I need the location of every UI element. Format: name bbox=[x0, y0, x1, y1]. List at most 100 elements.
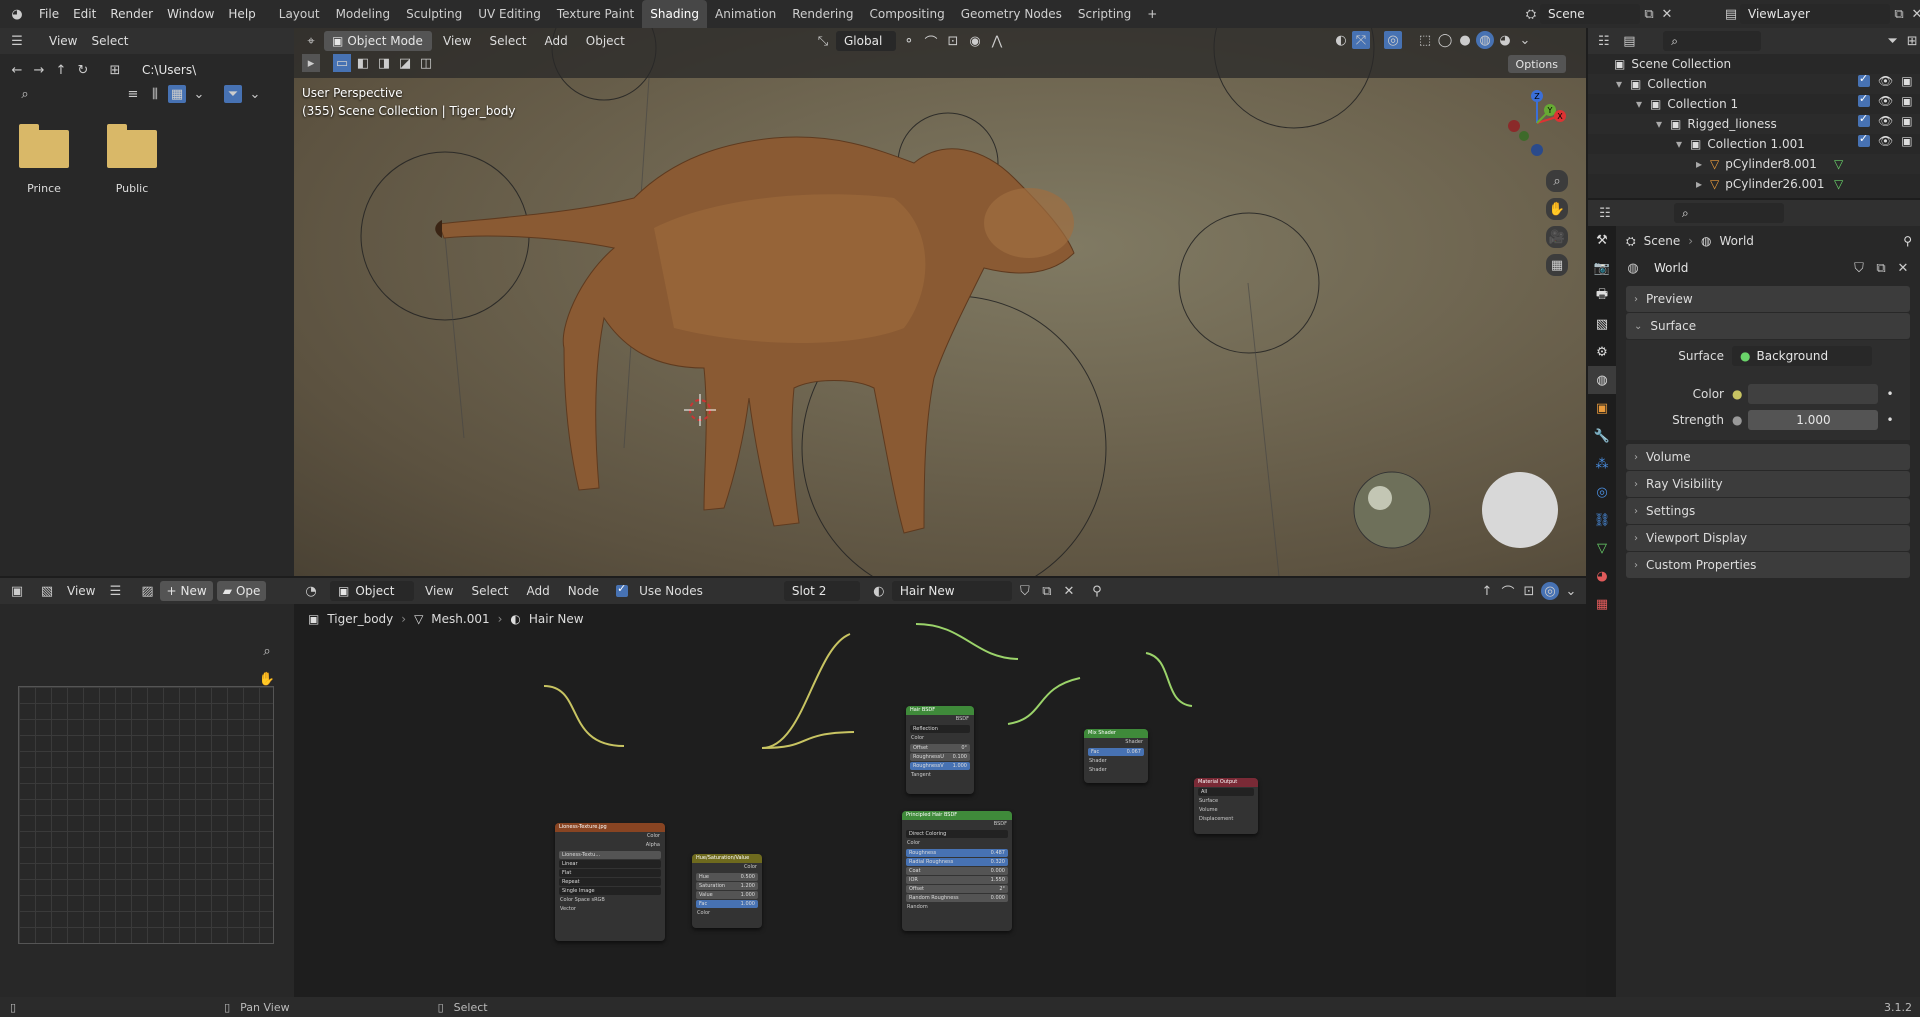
component-select[interactable]: Reflection bbox=[910, 725, 970, 733]
menu-hamburger-icon[interactable]: ☰ bbox=[106, 582, 124, 600]
pivot-point-icon[interactable]: ⚬ bbox=[900, 32, 918, 50]
section-ray-visibility[interactable]: › Ray Visibility bbox=[1626, 471, 1910, 497]
snap-target-icon[interactable]: ⊡ bbox=[944, 32, 962, 50]
blender-logo-icon[interactable]: ◕ bbox=[8, 5, 26, 23]
xray-icon[interactable]: ⬚ bbox=[1416, 31, 1434, 49]
new-image-button[interactable]: + New bbox=[160, 581, 213, 601]
physics-tab-icon[interactable]: ◎ bbox=[1588, 478, 1616, 506]
display-mode-icon[interactable]: ▤ bbox=[1622, 32, 1638, 50]
add-workspace-icon[interactable]: + bbox=[1139, 0, 1165, 28]
camera-view-icon[interactable]: 🎥 bbox=[1546, 226, 1568, 248]
properties-search-input[interactable]: ⌕ bbox=[1674, 203, 1784, 223]
folder-public[interactable]: Public bbox=[92, 124, 172, 195]
delete-view-layer-icon[interactable]: ✕ bbox=[1908, 5, 1920, 23]
link-phair-mix[interactable] bbox=[1007, 677, 1081, 725]
projection-select[interactable]: Flat bbox=[559, 869, 661, 877]
filter-icon[interactable]: ⏷ bbox=[224, 85, 242, 103]
section-volume[interactable]: › Volume bbox=[1626, 444, 1910, 470]
roughness-u-field[interactable]: RoughnessU 0.100 bbox=[910, 753, 970, 761]
link-hair-mix[interactable] bbox=[915, 623, 1019, 660]
view-layer-field[interactable]: ViewLayer bbox=[1740, 4, 1890, 24]
color-space-row[interactable]: Color Space sRGB bbox=[555, 896, 665, 905]
link-mix-output[interactable] bbox=[1145, 652, 1193, 707]
fake-user-icon[interactable]: ⛉ bbox=[1850, 259, 1868, 277]
value-field[interactable]: Value 1.000 bbox=[696, 891, 758, 899]
refresh-icon[interactable]: ↻ bbox=[74, 61, 92, 79]
select-extend-icon[interactable]: ◧ bbox=[354, 54, 372, 72]
navigation-gizmo[interactable]: Z Y X bbox=[1502, 88, 1572, 168]
object-tab-icon[interactable]: ▣ bbox=[1588, 394, 1616, 422]
section-settings[interactable]: › Settings bbox=[1626, 498, 1910, 524]
editor-type-icon[interactable]: ☷ bbox=[1596, 204, 1614, 222]
expand-chevron-icon[interactable]: ▾ bbox=[1636, 97, 1650, 111]
lioness-model[interactable] bbox=[435, 136, 1075, 534]
new-collection-icon[interactable]: ⊞ bbox=[1904, 32, 1920, 50]
snap-icon[interactable]: ⌒ bbox=[922, 32, 940, 51]
solid-shading-icon[interactable]: ● bbox=[1456, 31, 1474, 49]
hue-field[interactable]: Hue 0.500 bbox=[696, 873, 758, 881]
parametrization-select[interactable]: Direct Coloring bbox=[906, 830, 1008, 838]
editor-type-icon[interactable]: ▣ bbox=[8, 582, 26, 600]
delete-scene-icon[interactable]: ✕ bbox=[1658, 5, 1676, 23]
tab-sculpting[interactable]: Sculpting bbox=[398, 0, 470, 28]
mesh-data-icon[interactable]: ▽ bbox=[1834, 177, 1843, 191]
constraints-tab-icon[interactable]: ⛓ bbox=[1588, 506, 1616, 534]
uv-grid[interactable] bbox=[18, 686, 274, 944]
outliner-row[interactable]: ▸ ▽ pCylinder8.001 ▽ bbox=[1588, 154, 1920, 174]
select-tool-icon[interactable]: ▸ bbox=[302, 54, 320, 72]
image-texture-node[interactable]: Lioness-Texture.jpg Color Alpha Lioness-… bbox=[555, 823, 665, 941]
section-preview[interactable]: › Preview bbox=[1626, 286, 1910, 312]
ior-field[interactable]: IOR 1.550 bbox=[906, 876, 1008, 884]
mesh-data-icon[interactable]: ▽ bbox=[1834, 157, 1843, 171]
scene-name-field[interactable]: Scene bbox=[1540, 4, 1640, 24]
source-select[interactable]: Single Image bbox=[559, 887, 661, 895]
menu-edit[interactable]: Edit bbox=[66, 7, 103, 21]
visibility-icon[interactable]: ◐ bbox=[1332, 31, 1350, 49]
menu-render[interactable]: Render bbox=[103, 7, 160, 21]
saturation-field[interactable]: Saturation 1.200 bbox=[696, 882, 758, 890]
view-layer-icon[interactable]: ▤ bbox=[1722, 5, 1740, 23]
scene-tab-icon[interactable]: ⚙ bbox=[1588, 338, 1616, 366]
hair-bsdf-node[interactable]: Hair BSDF BSDF Reflection Color Offset 0°… bbox=[906, 706, 974, 794]
falloff-icon[interactable]: ⋀ bbox=[988, 32, 1006, 50]
editor-type-icon[interactable]: ☰ bbox=[8, 32, 26, 50]
expand-chevron-icon[interactable]: ▸ bbox=[1696, 177, 1710, 191]
parent-dir-icon[interactable]: ↑ bbox=[52, 61, 70, 79]
interpolation-select[interactable]: Linear bbox=[559, 860, 661, 868]
select-intersect-icon[interactable]: ◫ bbox=[417, 54, 435, 72]
tab-geometry-nodes[interactable]: Geometry Nodes bbox=[953, 0, 1070, 28]
pan-hand-icon[interactable]: ✋ bbox=[258, 670, 276, 688]
hue-saturation-node[interactable]: Hue/Saturation/Value Color Hue 0.500 Satu… bbox=[692, 854, 762, 928]
color-swatch[interactable] bbox=[1748, 384, 1879, 404]
unlink-world-icon[interactable]: ✕ bbox=[1894, 259, 1912, 277]
filter-icon[interactable]: ⏷ bbox=[1885, 32, 1901, 50]
exclude-checkbox[interactable] bbox=[1858, 132, 1870, 147]
keyframe-dot-icon[interactable]: • bbox=[1886, 387, 1893, 401]
mode-select[interactable]: ▣ Object Mode bbox=[324, 31, 432, 51]
view-layer-tab-icon[interactable]: ▧ bbox=[1588, 310, 1616, 338]
editor-type-icon[interactable]: ⌖ bbox=[302, 32, 320, 50]
expand-chevron-icon[interactable]: ▾ bbox=[1616, 77, 1630, 91]
image-field[interactable]: Lioness-Textu... bbox=[559, 851, 661, 859]
menu-help[interactable]: Help bbox=[221, 7, 262, 21]
modifier-tab-icon[interactable]: 🔧 bbox=[1588, 422, 1616, 450]
exclude-checkbox[interactable] bbox=[1858, 92, 1870, 107]
pan-hand-icon[interactable]: ✋ bbox=[1546, 198, 1568, 220]
list-horizontal-icon[interactable]: ⫼ bbox=[146, 85, 164, 103]
expand-chevron-icon[interactable]: ▾ bbox=[1676, 137, 1690, 151]
texture-tab-icon[interactable]: ▦ bbox=[1588, 590, 1616, 618]
proportional-edit-icon[interactable]: ◉ bbox=[966, 32, 984, 50]
expand-chevron-icon[interactable]: ▾ bbox=[1656, 117, 1670, 131]
wireframe-shading-icon[interactable]: ◯ bbox=[1436, 31, 1454, 49]
exclude-checkbox[interactable] bbox=[1858, 112, 1870, 127]
fac-field[interactable]: Fac 0.067 bbox=[1088, 748, 1144, 756]
vp-menu-add[interactable]: Add bbox=[538, 34, 575, 48]
zoom-icon[interactable]: ⌕ bbox=[258, 642, 276, 660]
extension-select[interactable]: Repeat bbox=[559, 878, 661, 886]
3d-viewport[interactable]: ⌖ ▣ Object Mode View Select Add Object ⤡ … bbox=[294, 28, 1586, 576]
link-image-color[interactable] bbox=[543, 685, 625, 747]
offset-field[interactable]: Offset 0° bbox=[910, 744, 970, 752]
chevron-down-icon[interactable]: ⌄ bbox=[190, 85, 208, 103]
tab-shading[interactable]: Shading bbox=[642, 0, 707, 28]
tab-modeling[interactable]: Modeling bbox=[328, 0, 399, 28]
